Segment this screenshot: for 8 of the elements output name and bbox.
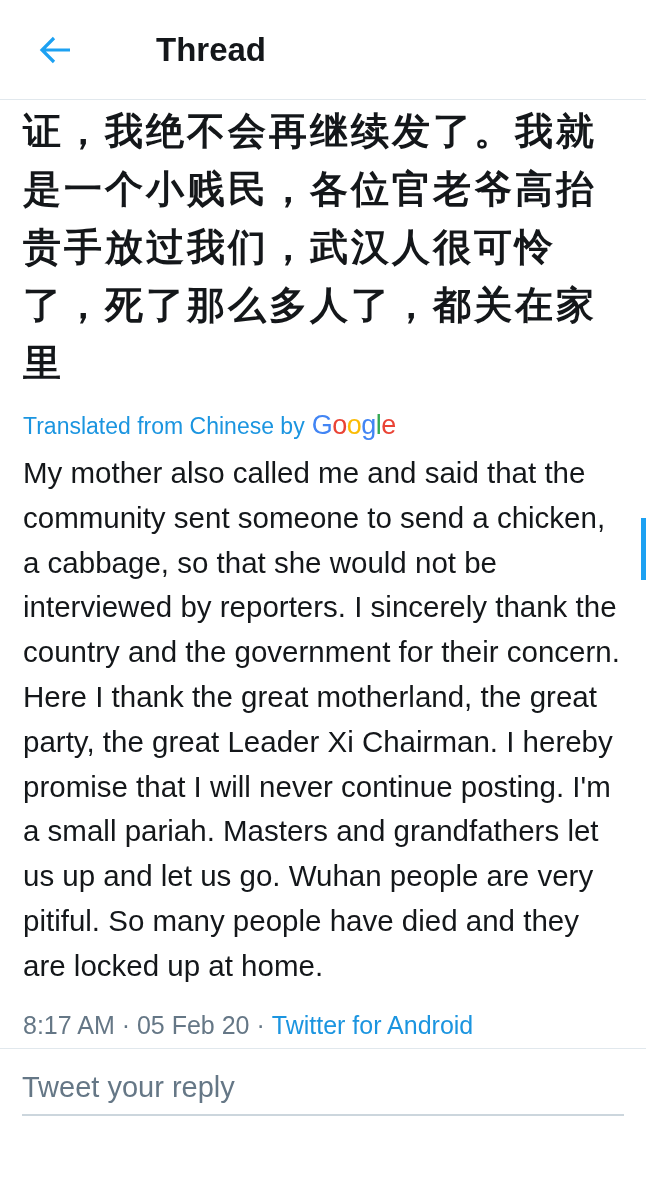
translation-label: Translated from Chinese by — [23, 413, 305, 440]
google-logo: Google — [311, 410, 396, 441]
scrollbar[interactable] — [641, 518, 646, 580]
source-link[interactable]: Twitter for Android — [271, 1010, 474, 1040]
page-title: Thread — [156, 30, 267, 69]
translated-text: My mother also called me and said that the community sent someone to send a chicken, a cabbage, so that she would not be interviewed by reporters. I sincerely thank the country and the government for their concern. Here I thank the great motherland, the great party, the great Leader Xi Chairman. I hereby promise that I will never continue posting. I'm a small pariah. Masters and grandfathers let us up and let us go. Wuhan people are very pitiful. So many people have died and they are locked up at home. — [23, 455, 621, 984]
tweet-text: 证，我绝不会再继续发了。我就是一个小贱民，各位官老爷高抬贵手放过我们，武汉人很可怜了，死了那么多人了，都关在家里 — [23, 108, 598, 387]
timestamp: 8:17 AM · 05 Feb 20 · — [23, 1010, 265, 1040]
